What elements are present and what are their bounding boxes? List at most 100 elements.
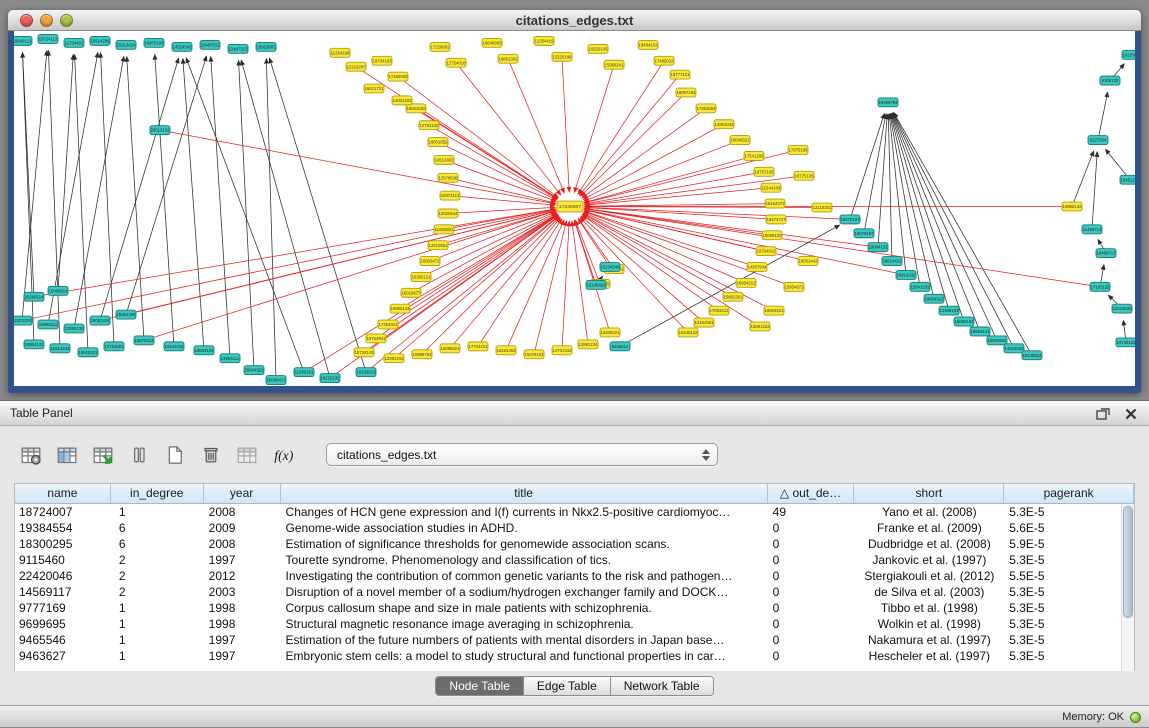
graph-node[interactable]: 15451232 [1120,175,1135,184]
graph-node[interactable]: 12578536 [438,173,458,182]
graph-node[interactable]: 11734422 [64,38,84,47]
rows-icon[interactable] [124,441,154,469]
delete-table-icon[interactable] [232,441,262,469]
graph-node[interactable]: 9227304 [1088,136,1108,145]
graph-node[interactable]: 16164272 [765,199,785,208]
graph-node[interactable]: 16754941 [366,334,386,343]
graph-node[interactable]: 11014232 [50,344,70,353]
graph-node[interactable]: 12990132 [64,324,84,333]
graph-node[interactable]: 16459712 [1096,249,1116,258]
graph-node[interactable]: 12219287 [346,62,366,71]
table-row[interactable]: 1938455462009Genome-wide association stu… [15,520,1134,536]
graph-node[interactable]: 12754001 [104,342,124,351]
column-header-title[interactable]: title [281,484,768,504]
graph-node[interactable]: 10924502 [987,336,1007,345]
graph-node[interactable]: 10474747 [766,215,786,224]
graph-node[interactable]: 11254108 [330,48,350,57]
graph-node[interactable]: 15378102 [524,350,544,359]
graph-node[interactable]: 16875012 [134,336,154,345]
graph-node[interactable]: 11689101 [294,368,314,377]
graph-node[interactable]: 17541209 [744,151,764,160]
graph-node[interactable]: 16248122 [678,328,698,337]
graph-node[interactable]: 15913824 [116,40,136,49]
table-row[interactable]: 1872400712008Changes of HCN gene express… [15,504,1134,520]
graph-node[interactable]: 16777121 [670,70,690,79]
graph-node[interactable]: 17853083 [696,104,716,113]
graph-node[interactable]: 14957944 [747,263,767,272]
graph-node[interactable]: 12610651 [428,241,448,250]
graph-node[interactable]: 16914232 [896,270,916,279]
tab-node-table[interactable]: Node Table [436,677,524,695]
graph-node[interactable]: 16019877 [401,288,421,297]
graph-node[interactable]: 12489104 [939,306,959,315]
graph-node[interactable]: 25260514 [24,292,44,301]
graph-node[interactable]: 9245012 [610,342,630,351]
column-header-in_degree[interactable]: in_degree [111,484,204,504]
graph-node[interactable]: 19965144 [390,304,410,313]
graph-node[interactable]: 16990111 [38,320,58,329]
graph-node[interactable]: 16919901 [256,42,276,51]
graph-node[interactable]: 15541232 [910,282,930,291]
graph-node[interactable]: 15954972 [784,282,804,291]
table-row[interactable]: 946362711997Embryonic stem cells: a mode… [15,648,1134,664]
graph-node[interactable]: 12020544 [438,209,458,218]
column-header-year[interactable]: year [204,484,281,504]
graph-node[interactable]: 19861302 [498,54,518,63]
graph-node[interactable]: 18904132 [970,327,990,336]
graph-node[interactable]: 18804132 [24,340,44,349]
graph-node[interactable]: 16754012 [756,247,776,256]
graph-node[interactable]: 11544109 [761,183,781,192]
table-mode-icon[interactable] [16,441,46,469]
graph-node[interactable]: 18014422 [882,257,902,266]
graph-node[interactable]: 10441232 [164,342,184,351]
graph-node[interactable]: 12846221 [600,328,620,337]
column-header-name[interactable]: name [15,484,111,504]
graph-node[interactable]: 17485022 [654,56,674,65]
scrollbar-thumb[interactable] [1123,506,1133,618]
graph-node[interactable]: 19815321 [78,348,98,357]
graph-node[interactable]: 19804312 [924,294,944,303]
graph-node[interactable]: 12016632 [1112,304,1132,313]
graph-node[interactable]: 17254021 [378,320,398,329]
graph-node[interactable]: 12254419 [534,36,554,45]
graph-node[interactable]: 15051325 [116,310,136,319]
graph-node[interactable]: 20513132 [150,126,170,135]
graph-node[interactable]: 14924502 [1004,344,1024,353]
graph-node[interactable]: 15060514 [48,286,68,295]
table-row[interactable]: 1456911722003Disruption of a novel membe… [15,584,1134,600]
graph-node[interactable]: 16046521 [730,136,750,145]
tab-edge-table[interactable]: Edge Table [524,677,611,695]
minimize-button[interactable] [40,14,53,27]
graph-node[interactable]: 14851042 [714,120,734,129]
graph-node[interactable]: 18775105 [794,171,814,180]
graph-node[interactable]: 16646950 [482,38,502,47]
graph-node[interactable]: 13220188 [552,52,572,61]
graph-node[interactable]: 12487213 [228,44,248,53]
graph-node[interactable]: 18095132 [762,231,782,240]
zoom-button[interactable] [60,14,73,27]
graph-node[interactable]: 12116301 [812,203,832,212]
import-table-icon[interactable] [88,441,118,469]
table-row[interactable]: 977716911998Corpus callosum shape and si… [15,600,1134,616]
graph-node[interactable]: 16601652 [428,138,448,147]
graph-node[interactable]: 11860801 [434,225,454,234]
graph-node[interactable]: 18514209 [90,36,110,45]
graph-node[interactable]: 17724231 [468,342,488,351]
graph-node[interactable]: 18679197 [840,215,860,224]
graph-node[interactable]: 18757105 [754,167,774,176]
graph-node[interactable]: 18663104 [194,346,214,355]
graph-node[interactable]: 9105132 [1100,76,1120,85]
graph-node[interactable]: 17103132 [1090,282,1110,291]
graph-node[interactable]: 12904111 [220,354,240,363]
table-row[interactable]: 911546021997Tourette syndrome. Phenomeno… [15,552,1134,568]
graph-node[interactable]: 18365121 [411,272,431,281]
graph-node[interactable]: 15734143 [354,348,374,357]
graph-node[interactable]: 19245012 [1022,351,1042,360]
table-row[interactable]: 2242004622012Investigating the contribut… [15,568,1134,584]
graph-node[interactable]: 15134546 [600,263,620,272]
graph-node[interactable]: 19740122 [1116,338,1135,347]
table-row[interactable]: 969969511998Structural magnetic resonanc… [15,616,1134,632]
graph-node[interactable]: 19051324 [90,316,110,325]
close-button[interactable] [20,14,33,27]
graph-node[interactable]: 15958241 [604,60,624,69]
